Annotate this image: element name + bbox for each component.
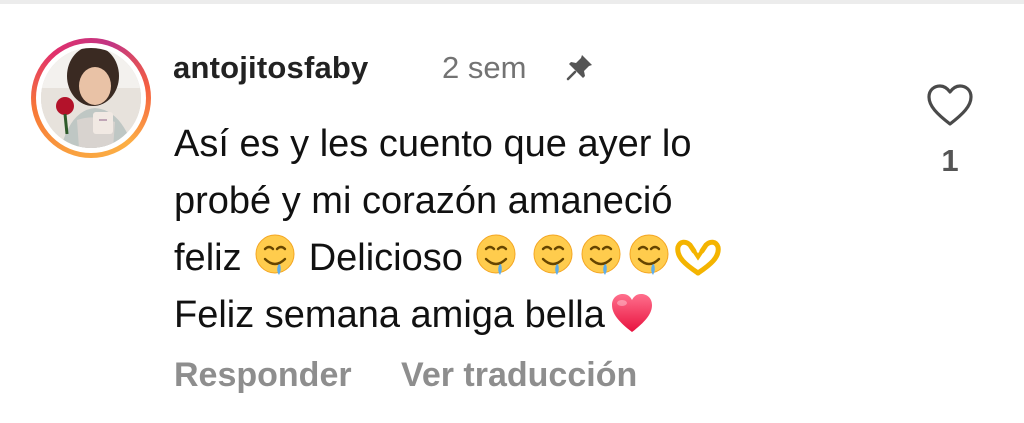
comment-username[interactable]: antojitosfaby [173, 50, 369, 86]
see-translation-button[interactable]: Ver traducción [401, 356, 637, 395]
comment-line-with-emoji: Feliz semana amiga bella [174, 287, 914, 344]
comment-word: feliz [174, 237, 242, 279]
comment-word: Feliz semana amiga bella [174, 294, 605, 336]
drooling-face-emoji [629, 234, 669, 275]
avatar-photo [41, 48, 141, 148]
comment-line-with-emoji: feliz Delicioso [174, 230, 914, 287]
comment-actions: Responder Ver traducción [174, 356, 677, 395]
comment-line: probé y mi corazón amaneció [174, 180, 673, 222]
drooling-face-emoji [581, 234, 621, 275]
red-heart-emoji [611, 294, 652, 332]
pin-icon [566, 55, 592, 81]
like-count[interactable]: 1 [938, 143, 962, 179]
drooling-face-emoji [533, 234, 573, 275]
comment-item: antojitosfaby 2 sem Así es y les cuento … [0, 0, 1024, 423]
comment-word: Delicioso [308, 237, 463, 279]
comment-body: Así es y les cuento que ayer lo probé y … [174, 116, 914, 344]
avatar[interactable] [41, 48, 141, 148]
heart-outline-icon[interactable] [925, 82, 975, 128]
heart-hands-emoji [675, 239, 721, 276]
avatar-story-ring[interactable] [31, 38, 151, 158]
drooling-face-emoji [476, 234, 516, 275]
comment-line: Así es y les cuento que ayer lo [174, 123, 692, 165]
reply-button[interactable]: Responder [174, 356, 352, 395]
drooling-face-emoji [255, 234, 295, 275]
comment-timestamp: 2 sem [442, 50, 527, 85]
